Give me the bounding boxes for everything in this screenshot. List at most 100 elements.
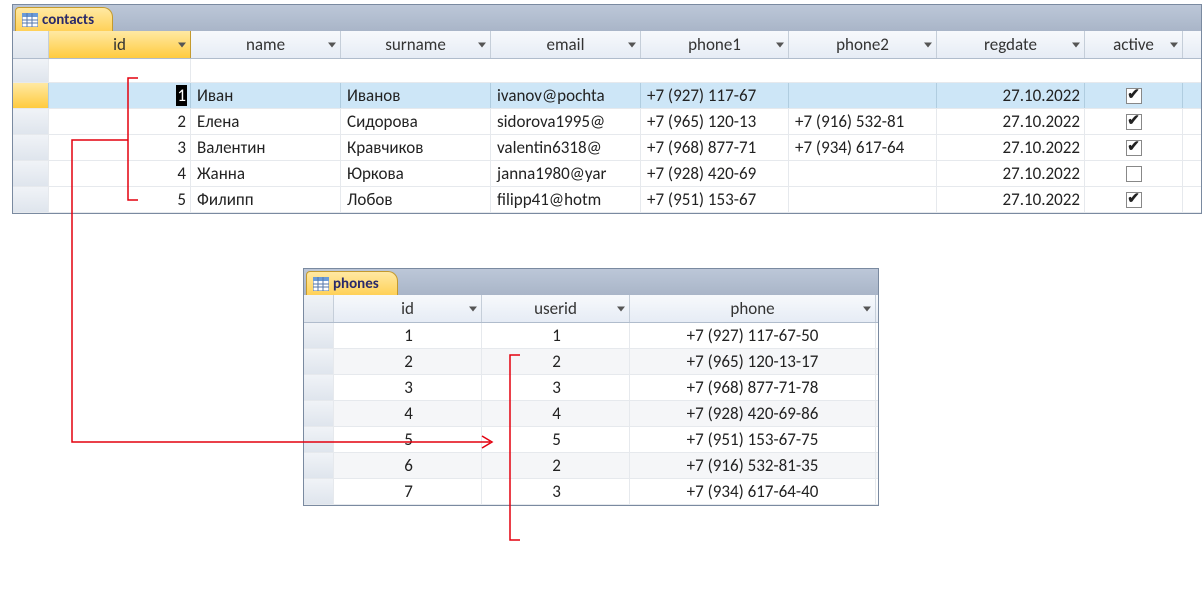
col-header-active[interactable]: active [1085, 31, 1183, 58]
cell-phone[interactable]: +7 (934) 617-64-40 [630, 479, 876, 504]
cell-phone1[interactable]: +7 (968) 877-71 [641, 135, 789, 160]
cell-active[interactable]: ✔ [1085, 135, 1183, 160]
cell-surname[interactable]: Кравчиков [341, 135, 491, 160]
cell-id[interactable]: 1 [49, 83, 191, 108]
row-selector[interactable] [13, 109, 49, 134]
cell-id[interactable]: 6 [334, 453, 482, 478]
cell-surname[interactable]: Иванов [341, 83, 491, 108]
cell-active[interactable]: ✔ [1085, 109, 1183, 134]
row-selector[interactable] [13, 83, 49, 108]
cell-phone[interactable]: +7 (968) 877-71-78 [630, 375, 876, 400]
cell-id[interactable]: 4 [49, 161, 191, 186]
cell-phone[interactable]: +7 (916) 532-81-35 [630, 453, 876, 478]
cell-surname[interactable]: Сидорова [341, 109, 491, 134]
checkbox[interactable] [1126, 166, 1142, 182]
table-row[interactable]: 73+7 (934) 617-64-40 [304, 479, 878, 505]
col-header-phone2[interactable]: phone2 [789, 31, 937, 58]
table-row[interactable]: 2ЕленаСидороваsidorova1995@+7 (965) 120-… [13, 109, 1201, 135]
cell-regdate[interactable]: 27.10.2022 [937, 187, 1085, 212]
phones-tab[interactable]: phones [306, 271, 398, 295]
row-selector[interactable] [304, 479, 334, 504]
row-selector[interactable] [13, 161, 49, 186]
cell-phone2[interactable] [789, 161, 937, 186]
cell-surname[interactable]: Юркова [341, 161, 491, 186]
cell-id[interactable]: 4 [334, 401, 482, 426]
filter-id[interactable] [49, 59, 191, 82]
cell-id[interactable]: 3 [49, 135, 191, 160]
cell-phone2[interactable]: +7 (934) 617-64 [789, 135, 937, 160]
checkbox[interactable]: ✔ [1126, 140, 1142, 156]
checkbox[interactable]: ✔ [1126, 88, 1142, 104]
cell-id[interactable]: 2 [334, 349, 482, 374]
cell-email[interactable]: janna1980@yar [491, 161, 641, 186]
cell-regdate[interactable]: 27.10.2022 [937, 109, 1085, 134]
col-header-surname[interactable]: surname [341, 31, 491, 58]
cell-regdate[interactable]: 27.10.2022 [937, 135, 1085, 160]
cell-phone1[interactable]: +7 (951) 153-67 [641, 187, 789, 212]
cell-userid[interactable]: 1 [482, 323, 630, 348]
table-row[interactable]: 4ЖаннаЮрковаjanna1980@yar+7 (928) 420-69… [13, 161, 1201, 187]
col-header-phone1[interactable]: phone1 [641, 31, 789, 58]
table-row[interactable]: 11+7 (927) 117-67-50 [304, 323, 878, 349]
row-selector[interactable] [304, 375, 334, 400]
cell-name[interactable]: Валентин [191, 135, 341, 160]
cell-userid[interactable]: 3 [482, 479, 630, 504]
table-row[interactable]: 62+7 (916) 532-81-35 [304, 453, 878, 479]
cell-id[interactable]: 2 [49, 109, 191, 134]
cell-email[interactable]: sidorova1995@ [491, 109, 641, 134]
cell-name[interactable]: Филипп [191, 187, 341, 212]
cell-userid[interactable]: 5 [482, 427, 630, 452]
cell-phone[interactable]: +7 (965) 120-13-17 [630, 349, 876, 374]
row-selector[interactable] [304, 323, 334, 348]
cell-userid[interactable]: 4 [482, 401, 630, 426]
col-header-email[interactable]: email [491, 31, 641, 58]
col-header-userid[interactable]: userid [482, 295, 630, 322]
row-selector[interactable] [304, 453, 334, 478]
cell-userid[interactable]: 2 [482, 349, 630, 374]
table-row[interactable]: 33+7 (968) 877-71-78 [304, 375, 878, 401]
cell-userid[interactable]: 2 [482, 453, 630, 478]
cell-name[interactable]: Иван [191, 83, 341, 108]
table-row[interactable]: 44+7 (928) 420-69-86 [304, 401, 878, 427]
cell-phone1[interactable]: +7 (928) 420-69 [641, 161, 789, 186]
cell-phone[interactable]: +7 (928) 420-69-86 [630, 401, 876, 426]
cell-regdate[interactable]: 27.10.2022 [937, 83, 1085, 108]
cell-phone2[interactable]: +7 (916) 532-81 [789, 109, 937, 134]
contacts-tab[interactable]: contacts [15, 7, 113, 31]
col-header-id[interactable]: id [49, 31, 191, 58]
row-selector[interactable] [13, 59, 49, 82]
row-selector[interactable] [304, 349, 334, 374]
checkbox[interactable]: ✔ [1126, 114, 1142, 130]
row-selector[interactable] [304, 427, 334, 452]
cell-id[interactable]: 5 [334, 427, 482, 452]
cell-phone2[interactable] [789, 187, 937, 212]
cell-id[interactable]: 5 [49, 187, 191, 212]
table-row[interactable]: 3ВалентинКравчиковvalentin6318@+7 (968) … [13, 135, 1201, 161]
cell-phone[interactable]: +7 (951) 153-67-75 [630, 427, 876, 452]
cell-phone1[interactable]: +7 (965) 120-13 [641, 109, 789, 134]
cell-surname[interactable]: Лобов [341, 187, 491, 212]
col-header-name[interactable]: name [191, 31, 341, 58]
cell-userid[interactable]: 3 [482, 375, 630, 400]
cell-phone2[interactable] [789, 83, 937, 108]
table-row[interactable]: 5ФилиппЛобовfilipp41@hotm+7 (951) 153-67… [13, 187, 1201, 213]
row-selector[interactable] [13, 135, 49, 160]
cell-name[interactable]: Елена [191, 109, 341, 134]
cell-email[interactable]: filipp41@hotm [491, 187, 641, 212]
contacts-select-all[interactable] [13, 31, 49, 58]
cell-active[interactable]: ✔ [1085, 83, 1183, 108]
cell-email[interactable]: ivanov@pochta [491, 83, 641, 108]
table-row[interactable]: 55+7 (951) 153-67-75 [304, 427, 878, 453]
col-header-phone[interactable]: phone [630, 295, 876, 322]
col-header-regdate[interactable]: regdate [937, 31, 1085, 58]
cell-id[interactable]: 3 [334, 375, 482, 400]
cell-phone1[interactable]: +7 (927) 117-67 [641, 83, 789, 108]
table-row[interactable]: 1ИванИвановivanov@pochta+7 (927) 117-67 2… [13, 83, 1201, 109]
cell-active[interactable]: ✔ [1085, 187, 1183, 212]
cell-regdate[interactable]: 27.10.2022 [937, 161, 1085, 186]
table-row[interactable]: 22+7 (965) 120-13-17 [304, 349, 878, 375]
cell-id[interactable]: 1 [334, 323, 482, 348]
row-selector[interactable] [304, 401, 334, 426]
col-header-id[interactable]: id [334, 295, 482, 322]
checkbox[interactable]: ✔ [1126, 192, 1142, 208]
